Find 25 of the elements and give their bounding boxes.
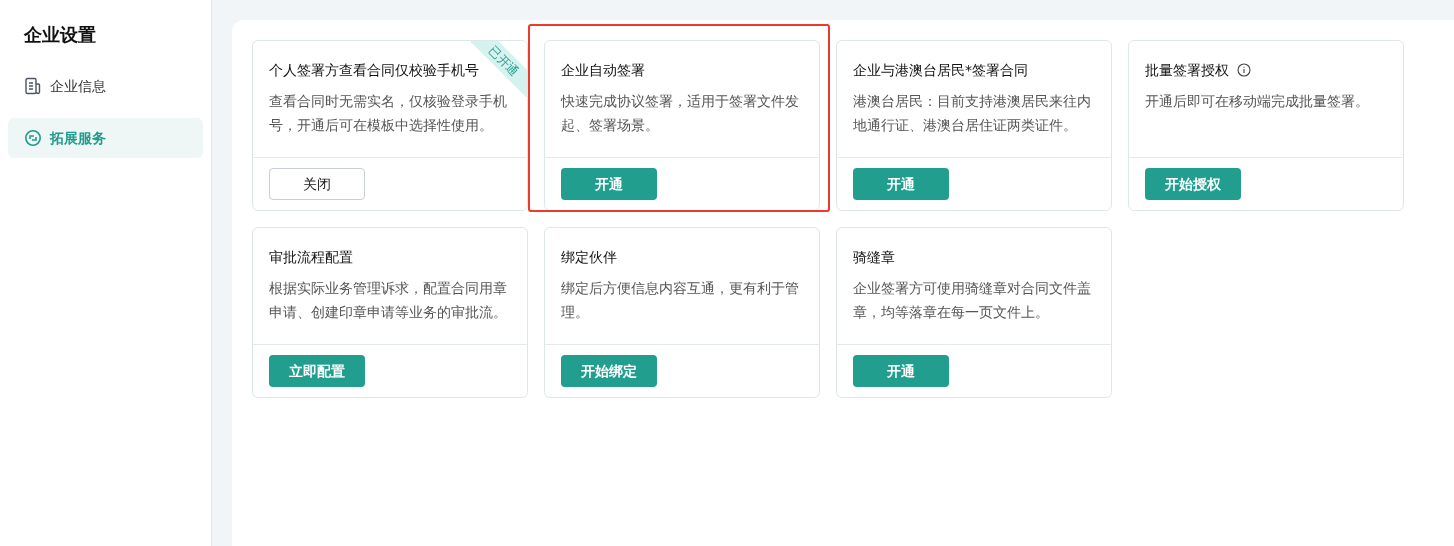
card-description: 绑定后方便信息内容互通，更有利于管理。 [561,279,800,322]
card-title: 批量签署授权 [1145,60,1229,80]
card-action-button[interactable]: 关闭 [269,168,365,200]
sidebar-item[interactable]: 企业信息 [8,66,203,106]
sidebar-item[interactable]: 拓展服务 [8,118,203,158]
loop-icon [24,129,42,147]
card-description: 根据实际业务管理诉求，配置合同用章申请、创建印章申请等业务的审批流。 [269,279,508,322]
card-action-button[interactable]: 开始绑定 [561,355,657,387]
card-title: 骑缝章 [853,247,895,267]
card-title: 审批流程配置 [269,247,353,267]
card-action-button[interactable]: 开始授权 [1145,168,1241,200]
document-icon [24,77,42,95]
card-description: 港澳台居民：目前支持港澳居民来往内地通行证、港澳台居住证两类证件。 [853,92,1092,135]
card-action-button[interactable]: 开通 [853,168,949,200]
card-description: 快速完成协议签署，适用于签署文件发起、签署场景。 [561,92,800,135]
card-action-button[interactable]: 立即配置 [269,355,365,387]
card-title: 绑定伙伴 [561,247,617,267]
card-title: 企业与港澳台居民*签署合同 [853,60,1028,80]
card-action-button[interactable]: 开通 [853,355,949,387]
info-icon[interactable] [1237,63,1251,77]
sidebar-title: 企业设置 [23,23,97,47]
card-title: 企业自动签署 [561,60,645,80]
card-description: 开通后即可在移动端完成批量签署。 [1145,92,1370,111]
card-description: 企业签署方可使用骑缝章对合同文件盖章，均等落章在每一页文件上。 [853,279,1092,322]
card-action-button[interactable]: 开通 [561,168,657,200]
